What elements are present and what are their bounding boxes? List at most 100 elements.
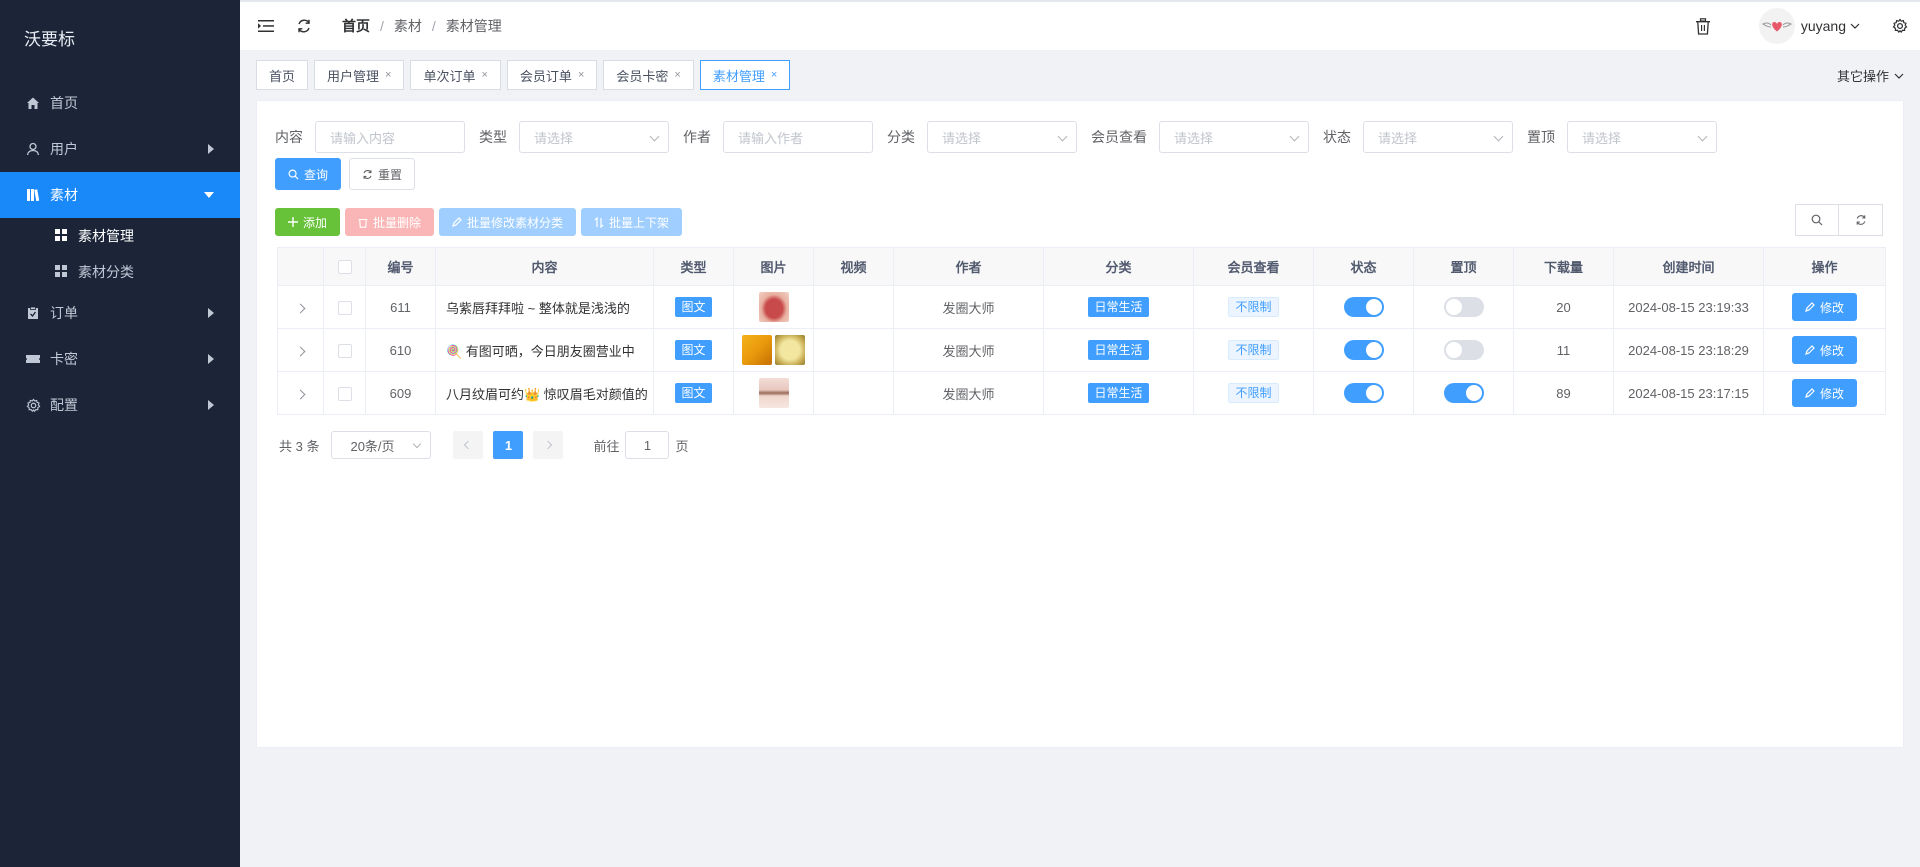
tag-single-order[interactable]: 单次订单 × [410, 60, 501, 90]
category-tag: 日常生活 [1088, 340, 1149, 360]
sidebar-subitem-material-category[interactable]: 素材分类 [0, 254, 240, 290]
sidebar-subitem-label: 素材分类 [78, 264, 134, 280]
header-cell: 作者 [893, 247, 1044, 286]
image-thumbnail[interactable] [741, 335, 772, 365]
grid-icon [54, 264, 70, 280]
next-page-button[interactable] [533, 431, 564, 459]
status-switch[interactable] [1343, 340, 1384, 360]
edit-button[interactable]: 修改 [1791, 293, 1857, 321]
content-input[interactable]: 请输入内容 [315, 121, 465, 153]
chevron-left-icon [464, 440, 473, 450]
status-switch[interactable] [1343, 383, 1384, 403]
goto-page-input[interactable]: 1 [625, 431, 670, 459]
content-cell: 🍭 有图可晒，今日朋友圈营业中 [435, 328, 654, 372]
close-icon[interactable]: × [771, 69, 777, 81]
expand-cell[interactable] [277, 328, 324, 372]
filter-label: 会员查看 [1091, 129, 1147, 145]
tag-label: 会员卡密 [616, 68, 669, 84]
page-size-select[interactable]: 20条/页 [331, 431, 432, 459]
downloads-cell: 89 [1513, 371, 1614, 415]
tag-user-manage[interactable]: 用户管理 × [314, 60, 405, 90]
header-select-all[interactable] [323, 247, 366, 286]
select-cell[interactable] [323, 328, 366, 372]
tag-vip-order[interactable]: 会员订单 × [506, 60, 598, 90]
sidebar-item-home[interactable]: 首页 [0, 80, 240, 126]
other-ops-label: 其它操作 [1836, 69, 1889, 84]
add-button[interactable]: 添加 [275, 208, 341, 236]
tag-vip-card[interactable]: 会员卡密 × [603, 60, 694, 90]
type-cell: 图文 [653, 371, 734, 415]
sidebar-item-config[interactable]: 配置 [0, 382, 240, 428]
avatar[interactable] [1758, 8, 1795, 44]
input-placeholder: 请输入内容 [330, 130, 396, 146]
status-switch[interactable] [1343, 297, 1384, 317]
sidebar-item-order[interactable]: 订单 [0, 290, 240, 336]
type-select[interactable]: 请选择 [519, 121, 669, 153]
page-number-current[interactable]: 1 [493, 431, 524, 459]
image-thumbnail[interactable] [758, 378, 789, 408]
chevron-right-icon[interactable] [295, 389, 306, 399]
sidebar-item-card[interactable]: 卡密 [0, 336, 240, 382]
reset-button[interactable]: 重置 [349, 158, 416, 190]
tags-view: 首页 用户管理 × 单次订单 × 会员订单 × 会员卡密 × 素材管理 × 其它操作 [240, 50, 1920, 100]
category-select[interactable]: 请选择 [927, 121, 1077, 153]
checkbox[interactable] [337, 386, 352, 401]
caret-right-icon [208, 400, 214, 410]
close-icon[interactable]: × [385, 69, 391, 81]
batch-edit-category-button[interactable]: 批量修改素材分类 [439, 208, 577, 236]
edit-button[interactable]: 修改 [1791, 336, 1857, 364]
expand-cell[interactable] [277, 285, 324, 329]
material-table: 编号 内容 类型 图片 视频 作者 分类 会员查看 状态 置顶 下载量 创建时间… [277, 247, 1886, 415]
image-cell [733, 285, 814, 329]
chevron-down-icon[interactable] [1850, 22, 1860, 30]
button-label: 修改 [1819, 386, 1844, 401]
breadcrumb-item[interactable]: 首页 [342, 16, 370, 36]
tag-material-manage[interactable]: 素材管理 × [699, 60, 791, 90]
prev-page-button[interactable] [453, 431, 484, 459]
toggle-search-button[interactable] [1795, 204, 1839, 236]
expand-cell[interactable] [277, 371, 324, 415]
top-switch[interactable] [1443, 297, 1484, 317]
sidebar-item-material[interactable]: 素材 [0, 172, 240, 218]
checkbox[interactable] [337, 300, 352, 315]
query-button[interactable]: 查询 [275, 158, 342, 190]
select-placeholder: 请选择 [1378, 130, 1418, 146]
menu-fold-icon[interactable] [256, 16, 276, 36]
select-cell[interactable] [323, 285, 366, 329]
refresh-icon[interactable] [294, 16, 314, 36]
top-switch[interactable] [1443, 340, 1484, 360]
sidebar-item-user[interactable]: 用户 [0, 126, 240, 172]
edit-button[interactable]: 修改 [1791, 379, 1857, 407]
checkbox[interactable] [337, 343, 352, 358]
close-icon[interactable]: × [674, 69, 680, 81]
author-cell: 发圈大师 [893, 371, 1044, 415]
chevron-right-icon[interactable] [295, 303, 306, 313]
search-icon [288, 169, 299, 180]
sidebar-subitem-material-manage[interactable]: 素材管理 [0, 218, 240, 254]
header-expand [277, 247, 324, 286]
downloads-cell: 11 [1513, 328, 1614, 372]
tag-home[interactable]: 首页 [256, 60, 309, 90]
settings-gear-icon[interactable] [1890, 16, 1910, 36]
other-operations-dropdown[interactable]: 其它操作 [1837, 66, 1904, 85]
top-select[interactable]: 请选择 [1567, 121, 1717, 153]
refresh-table-button[interactable] [1839, 204, 1883, 236]
author-input[interactable]: 请输入作者 [723, 121, 873, 153]
select-cell[interactable] [323, 371, 366, 415]
checkbox[interactable] [337, 260, 352, 275]
top-cell [1413, 328, 1514, 372]
vip-select[interactable]: 请选择 [1159, 121, 1309, 153]
caret-right-icon [208, 308, 214, 318]
chevron-right-icon[interactable] [295, 346, 306, 356]
tag-label: 首页 [269, 68, 296, 84]
close-icon[interactable]: × [481, 69, 487, 81]
close-icon[interactable]: × [578, 69, 584, 81]
top-switch[interactable] [1443, 383, 1484, 403]
status-select[interactable]: 请选择 [1363, 121, 1513, 153]
image-thumbnail[interactable] [775, 335, 806, 365]
image-thumbnail[interactable] [758, 292, 789, 322]
username[interactable]: yuyang [1801, 18, 1846, 34]
trash-icon[interactable] [1693, 16, 1713, 36]
batch-shelf-button[interactable]: 批量上下架 [581, 208, 683, 236]
batch-delete-button[interactable]: 批量删除 [345, 208, 435, 236]
